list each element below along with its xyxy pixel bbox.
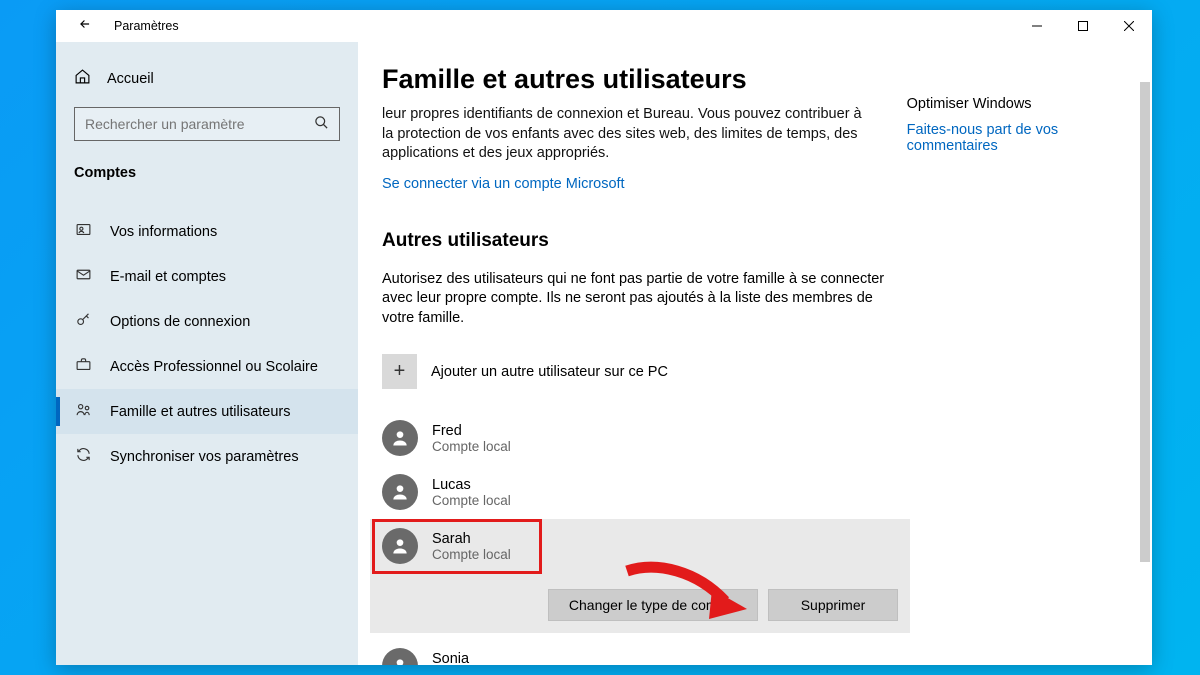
sidebar-item-label: Synchroniser vos paramètres	[110, 449, 299, 465]
family-icon	[74, 401, 92, 422]
user-name: Sarah	[432, 531, 511, 547]
user-name: Fred	[432, 423, 511, 439]
sidebar-item-label: Vos informations	[110, 224, 217, 240]
sidebar-item-label: Accès Professionnel ou Scolaire	[110, 359, 318, 375]
search-input[interactable]	[75, 108, 339, 140]
search-box[interactable]	[74, 107, 340, 141]
close-button[interactable]	[1106, 10, 1152, 42]
search-icon	[314, 115, 329, 133]
home-button[interactable]: Accueil	[56, 58, 358, 99]
page-title: Famille et autres utilisateurs	[382, 64, 867, 95]
optimize-windows-label: Optimiser Windows	[907, 96, 1128, 112]
user-item-sonia[interactable]: Sonia Compte local	[382, 639, 1128, 665]
avatar	[382, 648, 418, 665]
user-name: Sonia	[432, 651, 511, 665]
page-description: leur propres identifiants de connexion e…	[382, 105, 867, 164]
user-type: Compte local	[432, 547, 511, 562]
feedback-link[interactable]: Faites-nous part de vos commentaires	[907, 122, 1128, 154]
home-label: Accueil	[107, 71, 154, 87]
back-button[interactable]	[78, 17, 92, 36]
scrollbar[interactable]	[1140, 82, 1150, 562]
main-content: Famille et autres utilisateurs leur prop…	[358, 42, 1152, 665]
sidebar-item-your-info[interactable]: Vos informations	[56, 209, 358, 254]
sidebar-section-title: Comptes	[56, 157, 358, 195]
avatar	[382, 420, 418, 456]
user-item-fred[interactable]: Fred Compte local	[382, 411, 1128, 465]
add-user-label: Ajouter un autre utilisateur sur ce PC	[431, 364, 668, 380]
key-icon	[74, 311, 92, 332]
home-icon	[74, 68, 91, 89]
sidebar-item-label: Options de connexion	[110, 314, 250, 330]
sidebar: Accueil Comptes Vos informations	[56, 42, 358, 665]
sync-icon	[74, 446, 92, 467]
other-users-description: Autorisez des utilisateurs qui ne font p…	[382, 270, 902, 329]
sidebar-item-family[interactable]: Famille et autres utilisateurs	[56, 389, 358, 434]
other-users-heading: Autres utilisateurs	[382, 230, 1128, 252]
minimize-button[interactable]	[1014, 10, 1060, 42]
user-list: Fred Compte local Lucas Compte local	[382, 411, 1128, 665]
user-type: Compte local	[432, 439, 511, 454]
sidebar-item-label: E-mail et comptes	[110, 269, 226, 285]
mail-icon	[74, 266, 92, 287]
window-title: Paramètres	[114, 19, 179, 33]
titlebar: Paramètres	[56, 10, 1152, 42]
plus-icon: +	[382, 354, 417, 389]
user-name: Lucas	[432, 477, 511, 493]
sidebar-item-work-school[interactable]: Accès Professionnel ou Scolaire	[56, 344, 358, 389]
sidebar-nav: Vos informations E-mail et comptes Optio…	[56, 209, 358, 479]
briefcase-icon	[74, 356, 92, 377]
sidebar-item-email[interactable]: E-mail et comptes	[56, 254, 358, 299]
sidebar-item-label: Famille et autres utilisateurs	[110, 404, 291, 420]
user-card-icon	[74, 221, 92, 242]
sidebar-item-sync[interactable]: Synchroniser vos paramètres	[56, 434, 358, 479]
add-user-button[interactable]: + Ajouter un autre utilisateur sur ce PC	[382, 354, 1128, 389]
change-account-type-button[interactable]: Changer le type de compte	[548, 589, 758, 621]
sidebar-item-signin-options[interactable]: Options de connexion	[56, 299, 358, 344]
user-type: Compte local	[432, 493, 511, 508]
microsoft-signin-link[interactable]: Se connecter via un compte Microsoft	[382, 176, 867, 192]
user-item-lucas[interactable]: Lucas Compte local	[382, 465, 1128, 519]
remove-button[interactable]: Supprimer	[768, 589, 898, 621]
user-item-sarah[interactable]: Sarah Compte local	[382, 528, 898, 573]
maximize-button[interactable]	[1060, 10, 1106, 42]
avatar	[382, 474, 418, 510]
user-item-sarah-selected: Sarah Compte local Changer le type de co…	[370, 519, 910, 633]
avatar	[382, 528, 418, 564]
settings-window: Paramètres Accueil	[56, 10, 1152, 665]
